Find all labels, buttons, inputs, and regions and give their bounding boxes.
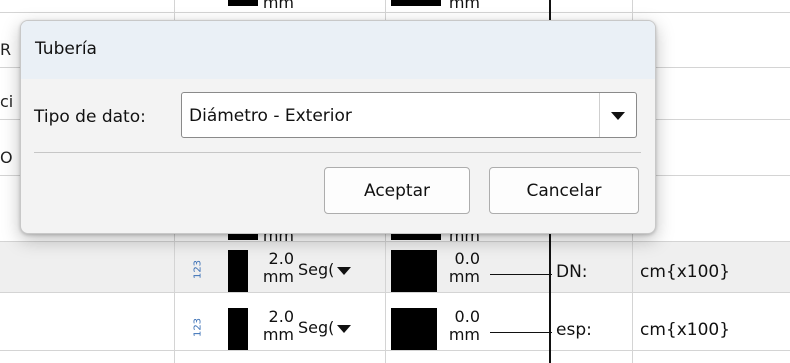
line-style-combo[interactable]: Seg( [298, 318, 352, 337]
numeric-type-icon: 123 [192, 317, 204, 338]
unit-label: mm [262, 267, 294, 286]
unit-label: mm [448, 0, 480, 12]
data-type-value: Diámetro - Exterior [189, 106, 352, 126]
line-style-combo[interactable]: Seg( [298, 260, 352, 279]
unit-label: mm [262, 325, 294, 344]
unit-label: mm [448, 325, 480, 344]
unit-label: mm [262, 0, 294, 12]
combo-value: Seg( [298, 318, 335, 337]
numeric-type-icon: 123 [192, 259, 204, 280]
data-type-label: Tipo de dato: [34, 107, 146, 127]
color-swatch[interactable] [228, 308, 248, 350]
line-width-value[interactable]: 2.0 [252, 309, 294, 325]
cancel-button[interactable]: Cancelar [489, 167, 639, 214]
line-preview [490, 274, 518, 275]
unit-label: mm [448, 267, 480, 286]
line-preview [518, 274, 552, 275]
chevron-down-icon [611, 112, 625, 120]
dialog-title: Tubería [35, 39, 97, 59]
edge-text-2: ci [0, 92, 14, 111]
offset-value[interactable]: 0.0 [440, 251, 480, 267]
combo-value: Seg( [298, 260, 335, 279]
line-preview [518, 332, 552, 333]
line-width-value[interactable]: 2.0 [252, 251, 294, 267]
field-label: DN: [556, 262, 588, 282]
field-type[interactable]: cm{x100} [640, 320, 730, 340]
offset-value[interactable]: 0.0 [440, 309, 480, 325]
dialog-titlebar[interactable]: Tubería [21, 21, 655, 79]
color-swatch[interactable] [391, 250, 437, 292]
chevron-down-icon [337, 324, 352, 333]
line-preview [490, 332, 518, 333]
color-swatch[interactable] [228, 250, 248, 292]
chevron-down-icon [337, 266, 352, 275]
separator [34, 152, 641, 153]
data-type-select[interactable]: Diámetro - Exterior [181, 92, 637, 138]
dropdown-button[interactable] [599, 93, 636, 137]
color-swatch[interactable] [391, 0, 441, 6]
field-type[interactable]: cm{x100} [640, 262, 730, 282]
edge-text-3: O [0, 148, 13, 167]
field-label: esp: [556, 320, 592, 340]
tuberia-dialog: Tubería Tipo de dato: Diámetro - Exterio… [20, 20, 656, 234]
accept-button[interactable]: Aceptar [324, 167, 470, 214]
edge-text-1: R [0, 40, 12, 59]
color-swatch[interactable] [391, 308, 437, 350]
